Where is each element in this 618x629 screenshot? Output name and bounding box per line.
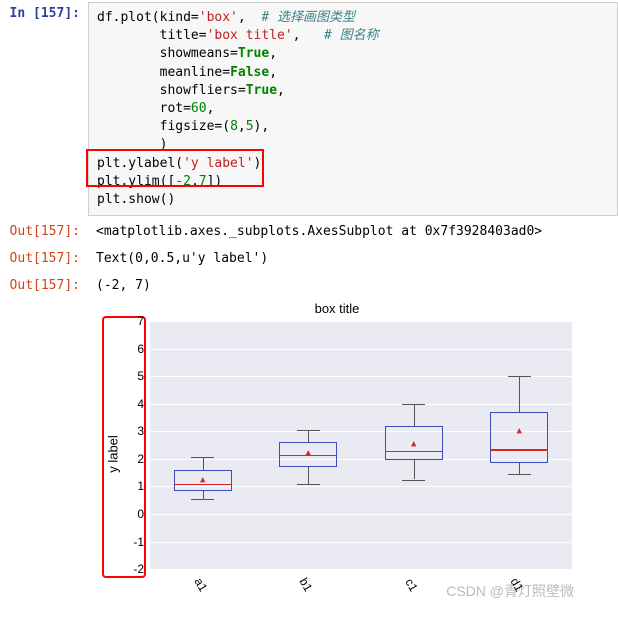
whisker-cap xyxy=(191,457,214,458)
code-line-11: plt.show() xyxy=(97,191,609,209)
code-area[interactable]: df.plot(kind='box', # 选择画图类型 title='box … xyxy=(88,2,618,216)
y-tick-label: 6 xyxy=(126,342,144,356)
out-prompt-1: Out[157]: xyxy=(0,220,88,243)
gridline xyxy=(150,569,572,570)
code-line-4: meanline=False, xyxy=(97,64,609,82)
y-tick-label: 4 xyxy=(126,397,144,411)
median-line xyxy=(490,449,548,451)
whisker xyxy=(308,430,309,442)
median-line xyxy=(385,451,443,453)
code-line-3: showmeans=True, xyxy=(97,45,609,63)
whisker xyxy=(203,491,204,499)
whisker xyxy=(308,467,309,484)
chart-title: box title xyxy=(88,301,586,316)
x-tick-label: b1 xyxy=(297,575,316,594)
code-line-8: ) xyxy=(97,136,609,154)
box-rect xyxy=(490,412,548,463)
y-tick-label: -1 xyxy=(126,535,144,549)
output-cell-3: Out[157]: (-2, 7) xyxy=(0,272,618,299)
y-tick-label: 3 xyxy=(126,424,144,438)
mean-marker-icon: ▲ xyxy=(517,426,522,436)
output-text-1: <matplotlib.axes._subplots.AxesSubplot a… xyxy=(88,220,618,243)
code-line-6: rot=60, xyxy=(97,100,609,118)
y-tick-label: 1 xyxy=(126,479,144,493)
output-text-2: Text(0,0.5,u'y label') xyxy=(88,247,618,270)
out-prompt-2: Out[157]: xyxy=(0,247,88,270)
output-cell-1: Out[157]: <matplotlib.axes._subplots.Axe… xyxy=(0,218,618,245)
x-tick-label: c1 xyxy=(402,576,420,594)
out-prompt-3: Out[157]: xyxy=(0,274,88,297)
code-line-1: df.plot(kind='box', # 选择画图类型 xyxy=(97,9,609,27)
box-c1: ▲ xyxy=(385,321,443,569)
mean-marker-icon: ▲ xyxy=(411,439,416,449)
box-d1: ▲ xyxy=(490,321,548,569)
whisker xyxy=(414,460,415,479)
plot-area: ▲ ▲ ▲ ▲ xyxy=(150,321,572,569)
whisker xyxy=(519,463,520,474)
code-line-7: figsize=(8,5), xyxy=(97,118,609,136)
whisker-cap xyxy=(297,430,320,431)
code-line-9: plt.ylabel('y label') xyxy=(97,155,609,173)
mean-marker-icon: ▲ xyxy=(306,448,311,458)
mean-marker-icon: ▲ xyxy=(200,475,205,485)
y-tick-label: 7 xyxy=(126,314,144,328)
y-tick-label: 0 xyxy=(126,507,144,521)
whisker-cap xyxy=(191,499,214,500)
x-tick-label: a1 xyxy=(191,575,210,594)
code-line-2: title='box title', # 图名称 xyxy=(97,27,609,45)
whisker xyxy=(203,457,204,469)
output-text-3: (-2, 7) xyxy=(88,274,618,297)
y-tick-label: 2 xyxy=(126,452,144,466)
code-line-10: plt.ylim([-2,7]) xyxy=(97,173,609,191)
whisker xyxy=(414,404,415,426)
code-line-5: showfliers=True, xyxy=(97,82,609,100)
y-tick-label: -2 xyxy=(126,562,144,576)
box-chart: box title y label ▲▲▲▲ CSDN @青灯照壁微 -2-10… xyxy=(88,299,586,609)
whisker-cap xyxy=(508,474,531,475)
box-b1: ▲ xyxy=(279,321,337,569)
y-tick-label: 5 xyxy=(126,369,144,383)
chart-output: box title y label ▲▲▲▲ CSDN @青灯照壁微 -2-10… xyxy=(0,299,618,609)
in-prompt: In [157]: xyxy=(0,2,88,25)
whisker xyxy=(519,376,520,412)
whisker-cap xyxy=(297,484,320,485)
whisker-cap xyxy=(508,376,531,377)
whisker-cap xyxy=(402,404,425,405)
whisker-cap xyxy=(402,480,425,481)
box-a1: ▲ xyxy=(174,321,232,569)
input-cell: In [157]: df.plot(kind='box', # 选择画图类型 t… xyxy=(0,0,618,218)
output-cell-2: Out[157]: Text(0,0.5,u'y label') xyxy=(0,245,618,272)
